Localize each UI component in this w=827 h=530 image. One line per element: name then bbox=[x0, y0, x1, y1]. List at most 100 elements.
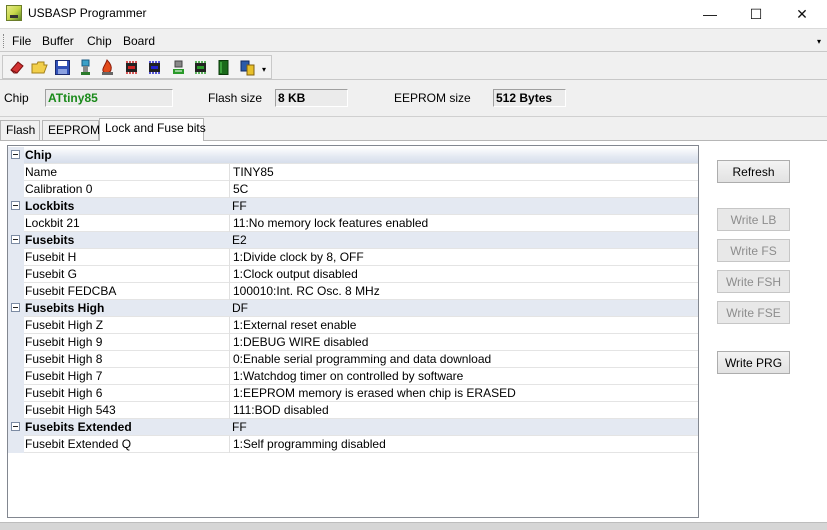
collapse-icon[interactable] bbox=[11, 235, 20, 244]
property-value[interactable]: 1:Clock output disabled bbox=[229, 266, 698, 283]
property-name: Fusebit High Z bbox=[25, 318, 104, 332]
property-name: Fusebits High bbox=[25, 301, 105, 315]
property-name: Fusebit High 6 bbox=[25, 386, 103, 400]
write-fsh-button[interactable]: Write FSH bbox=[717, 270, 790, 293]
refresh-button[interactable]: Refresh bbox=[717, 160, 790, 183]
close-button[interactable]: ✕ bbox=[779, 0, 825, 28]
row-gutter bbox=[8, 402, 24, 419]
chip-verify-icon[interactable] bbox=[170, 59, 187, 76]
chip-label: Chip bbox=[4, 91, 29, 105]
property-value[interactable]: 5C bbox=[229, 181, 698, 198]
write-fse-button[interactable]: Write FSE bbox=[717, 301, 790, 324]
row-gutter bbox=[8, 351, 24, 368]
row-gutter bbox=[8, 334, 24, 351]
collapse-icon[interactable] bbox=[11, 303, 20, 312]
property-value[interactable]: TINY85 bbox=[229, 164, 698, 181]
grid-property-row[interactable]: Calibration 0 5C bbox=[8, 181, 698, 198]
row-gutter bbox=[8, 368, 24, 385]
property-value[interactable]: DF bbox=[229, 300, 698, 317]
menu-buffer[interactable]: Buffer bbox=[42, 34, 74, 48]
tab-eeprom[interactable]: EEPROM bbox=[42, 120, 100, 140]
menu-board[interactable]: Board bbox=[123, 34, 155, 48]
property-value[interactable]: FF bbox=[229, 198, 698, 215]
property-value[interactable]: 1:DEBUG WIRE disabled bbox=[229, 334, 698, 351]
menu-bar: File Buffer Chip Board ▾ bbox=[0, 28, 827, 52]
app-icon bbox=[6, 5, 22, 21]
property-value[interactable]: 1:External reset enable bbox=[229, 317, 698, 334]
property-value[interactable]: 1:Self programming disabled bbox=[229, 436, 698, 453]
eeprom-size-value: 512 Bytes bbox=[493, 89, 566, 107]
grid-property-row[interactable]: Fusebit FEDCBA 100010:Int. RC Osc. 8 MHz bbox=[8, 283, 698, 300]
menu-overflow-icon[interactable]: ▾ bbox=[817, 37, 821, 46]
title-bar: USBASP Programmer — ☐ ✕ bbox=[0, 0, 827, 28]
menu-file[interactable]: File bbox=[12, 34, 31, 48]
property-value[interactable]: 100010:Int. RC Osc. 8 MHz bbox=[229, 283, 698, 300]
grid-category-row[interactable]: Fusebits Extended FF bbox=[8, 419, 698, 436]
flash-size-label: Flash size bbox=[208, 91, 263, 105]
grid-category-row[interactable]: Lockbits FF bbox=[8, 198, 698, 215]
row-gutter bbox=[8, 385, 24, 402]
book-icon[interactable] bbox=[215, 59, 232, 76]
status-strip bbox=[0, 522, 827, 530]
grid-category-row[interactable]: Fusebits E2 bbox=[8, 232, 698, 249]
property-value[interactable] bbox=[229, 147, 698, 164]
row-gutter bbox=[8, 317, 24, 334]
grid-property-row[interactable]: Fusebit High 8 0:Enable serial programmin… bbox=[8, 351, 698, 368]
grid-property-row[interactable]: Fusebit High 6 1:EEPROM memory is erased … bbox=[8, 385, 698, 402]
toolbar: ▾ bbox=[2, 55, 272, 79]
row-gutter bbox=[8, 164, 24, 181]
chip-value: ATtiny85 bbox=[45, 89, 173, 107]
grid-property-row[interactable]: Fusebit High 7 1:Watchdog timer on contro… bbox=[8, 368, 698, 385]
chip-read-icon[interactable] bbox=[123, 59, 140, 76]
property-name: Fusebit FEDCBA bbox=[25, 284, 117, 298]
property-value[interactable]: 0:Enable serial programming and data dow… bbox=[229, 351, 698, 368]
row-gutter bbox=[8, 249, 24, 266]
collapse-icon[interactable] bbox=[11, 422, 20, 431]
tab-lock-and-fuse-bits[interactable]: Lock and Fuse bits bbox=[99, 118, 206, 141]
grid-category-row[interactable]: Fusebits High DF bbox=[8, 300, 698, 317]
chip-fuse-icon[interactable] bbox=[192, 59, 209, 76]
open-icon[interactable] bbox=[31, 59, 48, 76]
property-name: Fusebit High 9 bbox=[25, 335, 103, 349]
property-name: Fusebits bbox=[25, 233, 75, 247]
minimize-button[interactable]: — bbox=[687, 0, 733, 28]
property-name: Fusebit G bbox=[25, 267, 78, 281]
grid-property-row[interactable]: Fusebit G 1:Clock output disabled bbox=[8, 266, 698, 283]
property-value[interactable]: E2 bbox=[229, 232, 698, 249]
grid-property-row[interactable]: Fusebit H 1:Divide clock by 8, OFF bbox=[8, 249, 698, 266]
grid-property-row[interactable]: Lockbit 21 11:No memory lock features ena… bbox=[8, 215, 698, 232]
grid-category-row[interactable]: Chip bbox=[8, 147, 698, 164]
collapse-icon[interactable] bbox=[11, 201, 20, 210]
property-name: Calibration 0 bbox=[25, 182, 93, 196]
usb-icon[interactable] bbox=[77, 59, 94, 76]
save-icon[interactable] bbox=[54, 59, 71, 76]
tab-flash[interactable]: Flash bbox=[0, 120, 40, 140]
property-value[interactable]: 1:Divide clock by 8, OFF bbox=[229, 249, 698, 266]
property-value[interactable]: 111:BOD disabled bbox=[229, 402, 698, 419]
maximize-button[interactable]: ☐ bbox=[733, 0, 779, 28]
menu-grip[interactable] bbox=[3, 34, 6, 48]
write-prg-button[interactable]: Write PRG bbox=[717, 351, 790, 374]
write-fs-button[interactable]: Write FS bbox=[717, 239, 790, 262]
chip-write-icon[interactable] bbox=[146, 59, 163, 76]
grid-property-row[interactable]: Fusebit Extended Q 1:Self programming dis… bbox=[8, 436, 698, 453]
grid-property-row[interactable]: Fusebit High Z 1:External reset enable bbox=[8, 317, 698, 334]
erase-icon[interactable] bbox=[9, 59, 26, 76]
property-value[interactable]: FF bbox=[229, 419, 698, 436]
chip-select-icon[interactable] bbox=[239, 59, 256, 76]
fire-icon[interactable] bbox=[99, 59, 116, 76]
eeprom-size-label: EEPROM size bbox=[394, 91, 471, 105]
grid-property-row[interactable]: Fusebit High 9 1:DEBUG WIRE disabled bbox=[8, 334, 698, 351]
property-value[interactable]: 1:Watchdog timer on controlled by softwa… bbox=[229, 368, 698, 385]
fuse-property-grid[interactable]: Chip Name TINY85 Calibration 0 5C Lockbits FF L… bbox=[7, 145, 699, 518]
property-value[interactable]: 11:No memory lock features enabled bbox=[229, 215, 698, 232]
menu-chip[interactable]: Chip bbox=[87, 34, 112, 48]
grid-property-row[interactable]: Fusebit High 543 111:BOD disabled bbox=[8, 402, 698, 419]
grid-property-row[interactable]: Name TINY85 bbox=[8, 164, 698, 181]
property-name: Name bbox=[25, 165, 58, 179]
property-value[interactable]: 1:EEPROM memory is erased when chip is E… bbox=[229, 385, 698, 402]
property-name: Lockbit 21 bbox=[25, 216, 80, 230]
toolbar-dropdown-icon[interactable]: ▾ bbox=[262, 65, 266, 74]
write-lb-button[interactable]: Write LB bbox=[717, 208, 790, 231]
collapse-icon[interactable] bbox=[11, 150, 20, 159]
